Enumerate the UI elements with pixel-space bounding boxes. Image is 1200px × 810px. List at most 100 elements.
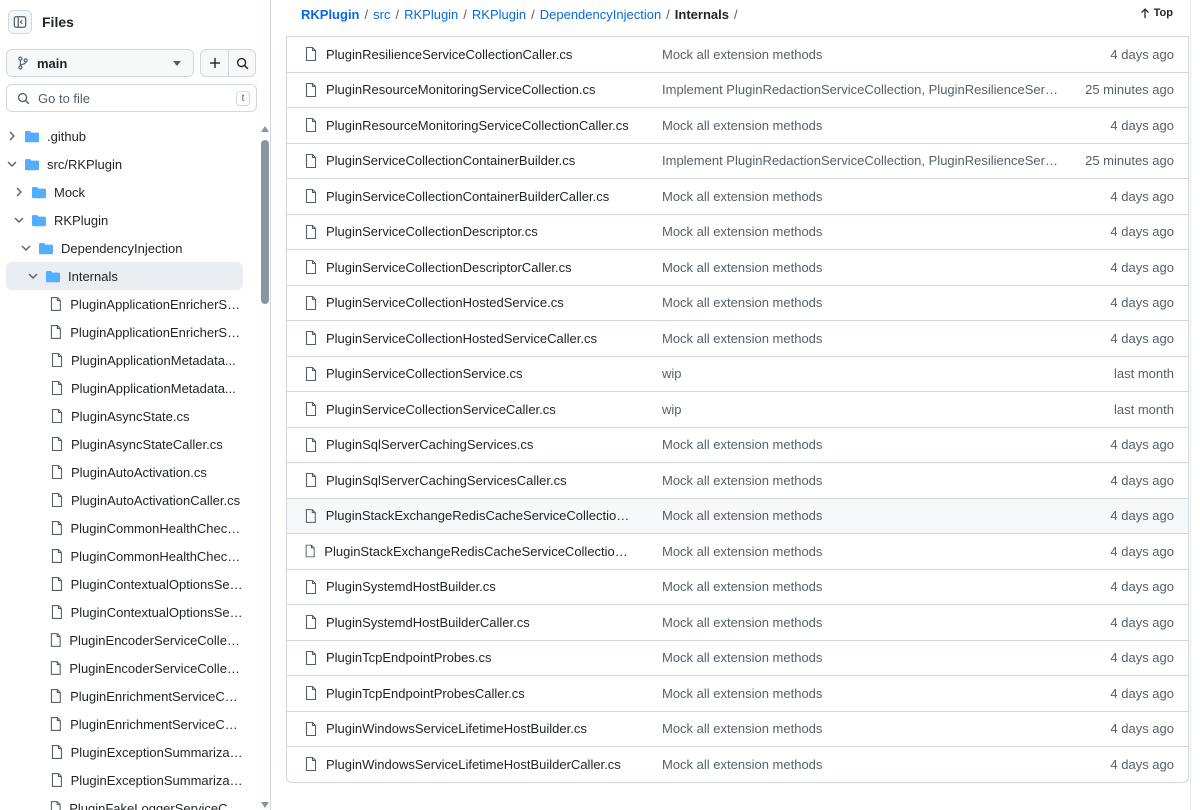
tree-file[interactable]: PluginApplicationMetadata...	[6, 374, 243, 402]
file-link[interactable]: PluginResilienceServiceCollectionCaller.…	[326, 47, 572, 62]
tree-file[interactable]: PluginApplicationEnricherSe...	[6, 318, 243, 346]
scroll-up-arrow-icon[interactable]	[261, 126, 269, 132]
chevron-down-icon[interactable]	[20, 242, 32, 254]
tree-folder[interactable]: Internals	[6, 262, 243, 290]
commit-message-link[interactable]: Mock all extension methods	[662, 437, 1062, 452]
file-link[interactable]: PluginServiceCollectionContainerBuilder.…	[326, 153, 575, 168]
file-link[interactable]: PluginSystemdHostBuilder.cs	[326, 579, 496, 594]
tree-file[interactable]: PluginAutoActivation.cs	[6, 458, 243, 486]
table-row[interactable]: PluginWindowsServiceLifetimeHostBuilder.…	[287, 710, 1188, 747]
scrollbar-thumb[interactable]	[261, 140, 269, 304]
file-link[interactable]: PluginTcpEndpointProbesCaller.cs	[326, 686, 525, 701]
breadcrumb-link[interactable]: DependencyInjection	[540, 7, 661, 22]
commit-message-link[interactable]: Mock all extension methods	[662, 47, 1062, 62]
table-row[interactable]: PluginResourceMonitoringServiceCollectio…	[287, 107, 1188, 143]
chevron-right-icon[interactable]	[6, 130, 18, 142]
sidebar-scrollbar[interactable]	[259, 122, 270, 810]
tree-folder[interactable]: RKPlugin	[6, 206, 243, 234]
file-link[interactable]: PluginServiceCollectionDescriptor.cs	[326, 224, 538, 239]
commit-message-link[interactable]: Implement PluginRedactionServiceCollecti…	[662, 153, 1062, 168]
commit-message-link[interactable]: Mock all extension methods	[662, 224, 1062, 239]
tree-folder[interactable]: DependencyInjection	[6, 234, 243, 262]
commit-message-link[interactable]: Mock all extension methods	[662, 331, 1062, 346]
table-row[interactable]: PluginSystemdHostBuilderCaller.cs Mock al…	[287, 604, 1188, 640]
table-row[interactable]: PluginTcpEndpointProbesCaller.cs Mock all…	[287, 675, 1188, 711]
table-row[interactable]: PluginServiceCollectionHostedService.cs M…	[287, 284, 1188, 321]
tree-folder[interactable]: Mock	[6, 178, 243, 206]
file-link[interactable]: PluginStackExchangeRedisCacheServiceColl…	[326, 508, 635, 523]
file-link[interactable]: PluginSqlServerCachingServicesCaller.cs	[326, 473, 567, 488]
tree-file[interactable]: PluginEnrichmentServiceCol...	[6, 682, 243, 710]
commit-message-link[interactable]: Mock all extension methods	[662, 650, 1062, 665]
table-row[interactable]: PluginServiceCollectionServiceCaller.cs w…	[287, 391, 1188, 427]
go-to-file-field[interactable]: t	[6, 84, 257, 112]
tree-file[interactable]: PluginEncoderServiceCollect...	[6, 626, 243, 654]
table-row[interactable]: PluginWindowsServiceLifetimeHostBuilderC…	[287, 746, 1188, 782]
file-link[interactable]: PluginResourceMonitoringServiceCollectio…	[326, 118, 629, 133]
back-to-top-button[interactable]: Top	[1140, 7, 1173, 19]
page-scrollbar[interactable]	[1190, 0, 1200, 810]
breadcrumb-link[interactable]: src	[373, 7, 390, 22]
file-link[interactable]: PluginResourceMonitoringServiceCollectio…	[326, 82, 596, 97]
table-row[interactable]: PluginStackExchangeRedisCacheServiceColl…	[287, 497, 1188, 533]
commit-message-link[interactable]: Mock all extension methods	[662, 118, 1062, 133]
tree-folder[interactable]: .github	[6, 122, 243, 150]
table-row[interactable]: PluginSqlServerCachingServicesCaller.cs M…	[287, 462, 1188, 498]
commit-message-link[interactable]: Mock all extension methods	[662, 757, 1062, 772]
tree-file[interactable]: PluginEnrichmentServiceCol...	[6, 710, 243, 738]
scroll-down-arrow-icon[interactable]	[261, 802, 269, 808]
file-link[interactable]: PluginStackExchangeRedisCacheServiceColl…	[324, 544, 635, 559]
commit-message-link[interactable]: Mock all extension methods	[662, 473, 1062, 488]
table-row[interactable]: PluginResourceMonitoringServiceCollectio…	[287, 71, 1188, 108]
tree-file[interactable]: PluginContextualOptionsSer...	[6, 570, 243, 598]
table-row[interactable]: PluginResilienceServiceCollectionCaller.…	[287, 36, 1188, 72]
commit-message-link[interactable]: Mock all extension methods	[662, 615, 1062, 630]
breadcrumb-link[interactable]: RKPlugin	[404, 7, 458, 22]
chevron-down-icon[interactable]	[13, 214, 25, 226]
table-row[interactable]: PluginServiceCollectionService.cs wip last…	[287, 355, 1188, 392]
commit-message-link[interactable]: Mock all extension methods	[662, 295, 1062, 310]
file-link[interactable]: PluginWindowsServiceLifetimeHostBuilderC…	[326, 757, 621, 772]
tree-file[interactable]: PluginAsyncStateCaller.cs	[6, 430, 243, 458]
file-link[interactable]: PluginTcpEndpointProbes.cs	[326, 650, 492, 665]
table-row[interactable]: PluginSqlServerCachingServices.cs Mock al…	[287, 426, 1188, 463]
search-files-button[interactable]	[228, 50, 255, 76]
tree-file[interactable]: PluginEncoderServiceCollect...	[6, 654, 243, 682]
commit-message-link[interactable]: wip	[662, 402, 1062, 417]
tree-file[interactable]: PluginCommonHealthCheck...	[6, 542, 243, 570]
table-row[interactable]: PluginServiceCollectionDescriptor.cs Mock…	[287, 213, 1188, 250]
table-row[interactable]: PluginStackExchangeRedisCacheServiceColl…	[287, 533, 1188, 569]
collapse-sidebar-button[interactable]	[8, 10, 32, 34]
go-to-file-input[interactable]	[38, 90, 218, 106]
add-file-button[interactable]	[201, 50, 228, 76]
file-link[interactable]: PluginServiceCollectionDescriptorCaller.…	[326, 260, 572, 275]
commit-message-link[interactable]: Mock all extension methods	[662, 260, 1062, 275]
commit-message-link[interactable]: wip	[662, 366, 1062, 381]
breadcrumb-repo-link[interactable]: RKPlugin	[301, 7, 360, 22]
table-row[interactable]: PluginSystemdHostBuilder.cs Mock all exte…	[287, 568, 1188, 605]
file-link[interactable]: PluginServiceCollectionServiceCaller.cs	[326, 402, 556, 417]
table-row[interactable]: PluginTcpEndpointProbes.cs Mock all exten…	[287, 639, 1188, 676]
chevron-right-icon[interactable]	[13, 186, 25, 198]
branch-selector-button[interactable]: main	[6, 49, 194, 77]
commit-message-link[interactable]: Implement PluginRedactionServiceCollecti…	[662, 82, 1062, 97]
chevron-down-icon[interactable]	[6, 158, 18, 170]
tree-file[interactable]: PluginAutoActivationCaller.cs	[6, 486, 243, 514]
tree-file[interactable]: PluginContextualOptionsSer...	[6, 598, 243, 626]
tree-file[interactable]: PluginCommonHealthCheck...	[6, 514, 243, 542]
file-link[interactable]: PluginServiceCollectionHostedService.cs	[326, 295, 564, 310]
table-row[interactable]: PluginServiceCollectionHostedServiceCall…	[287, 320, 1188, 356]
tree-file[interactable]: PluginApplicationMetadata...	[6, 346, 243, 374]
file-link[interactable]: PluginServiceCollectionService.cs	[326, 366, 523, 381]
table-row[interactable]: PluginServiceCollectionContainerBuilder.…	[287, 142, 1188, 179]
table-row[interactable]: PluginServiceCollectionDescriptorCaller.…	[287, 249, 1188, 285]
file-link[interactable]: PluginWindowsServiceLifetimeHostBuilder.…	[326, 721, 587, 736]
file-link[interactable]: PluginSystemdHostBuilderCaller.cs	[326, 615, 530, 630]
file-link[interactable]: PluginServiceCollectionHostedServiceCall…	[326, 331, 597, 346]
tree-file[interactable]: PluginExceptionSummarizat...	[6, 766, 243, 794]
commit-message-link[interactable]: Mock all extension methods	[662, 579, 1062, 594]
file-link[interactable]: PluginServiceCollectionContainerBuilderC…	[326, 189, 609, 204]
tree-file[interactable]: PluginFakeLoggerServiceCol...	[6, 794, 243, 810]
tree-file[interactable]: PluginAsyncState.cs	[6, 402, 243, 430]
tree-file[interactable]: PluginApplicationEnricherSe...	[6, 290, 243, 318]
